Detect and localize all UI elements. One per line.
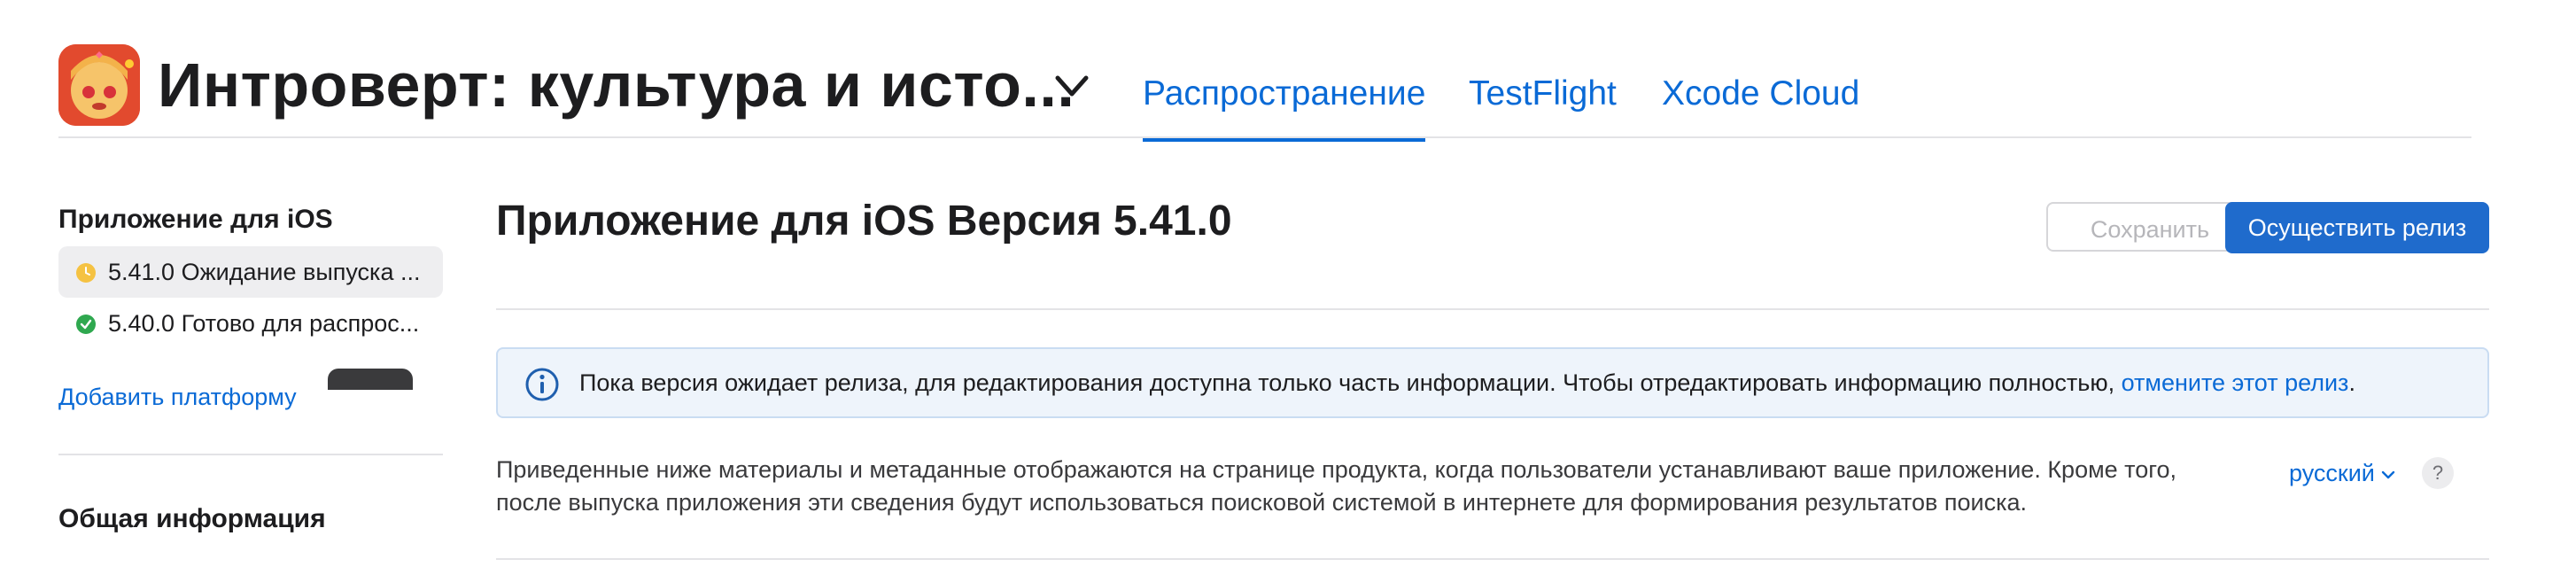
release-notice: Пока версия ожидает релиза, для редактир…	[496, 347, 2489, 418]
save-button[interactable]: Сохранить	[2046, 202, 2254, 252]
cancel-release-link[interactable]: отмените этот релиз	[2122, 369, 2349, 396]
language-select[interactable]: русский	[2289, 457, 2396, 489]
chevron-down-icon[interactable]	[1051, 69, 1093, 105]
metadata-description: Приведенные ниже материалы и метаданные …	[496, 454, 2268, 519]
notice-text: Пока версия ожидает релиза, для редактир…	[579, 349, 2355, 416]
content-divider	[496, 558, 2489, 560]
info-icon	[525, 368, 559, 401]
sidebar-version-label: 5.40.0 Готово для распрос...	[108, 310, 420, 337]
ready-status-icon	[76, 315, 96, 334]
pending-status-icon	[76, 263, 96, 283]
sidebar-version-5-40-0[interactable]: 5.40.0 Готово для распрос...	[58, 298, 443, 349]
header-divider	[58, 136, 2471, 138]
sidebar-general-heading: Общая информация	[58, 504, 326, 533]
notice-suffix: .	[2348, 369, 2355, 396]
description-line: после выпуска приложения эти сведения бу…	[496, 489, 2027, 516]
language-label: русский	[2289, 460, 2375, 486]
chevron-down-icon	[2381, 470, 2395, 479]
sidebar-version-label: 5.41.0 Ожидание выпуска ...	[108, 259, 421, 285]
tab-testflight[interactable]: TestFlight	[1469, 69, 1617, 138]
notice-message: Пока версия ожидает релиза, для редактир…	[579, 369, 2115, 396]
app-title: Интроверт: культура и исто...	[158, 50, 1075, 120]
page-title: Приложение для iOS Версия 5.41.0	[496, 198, 1232, 245]
toggle-switch[interactable]	[328, 369, 413, 390]
tab-distribution[interactable]: Распространение	[1143, 69, 1426, 142]
sidebar-version-5-41-0[interactable]: 5.41.0 Ожидание выпуска ...	[58, 246, 443, 298]
tab-xcode-cloud[interactable]: Xcode Cloud	[1662, 69, 1859, 138]
sidebar-divider	[58, 454, 443, 455]
description-line: Приведенные ниже материалы и метаданные …	[496, 456, 2177, 483]
main-divider	[496, 308, 2489, 310]
app-icon	[58, 44, 140, 126]
sidebar-platform-heading: Приложение для iOS	[58, 205, 333, 234]
help-button[interactable]: ?	[2422, 457, 2454, 489]
release-button[interactable]: Осуществить релиз	[2225, 202, 2489, 253]
